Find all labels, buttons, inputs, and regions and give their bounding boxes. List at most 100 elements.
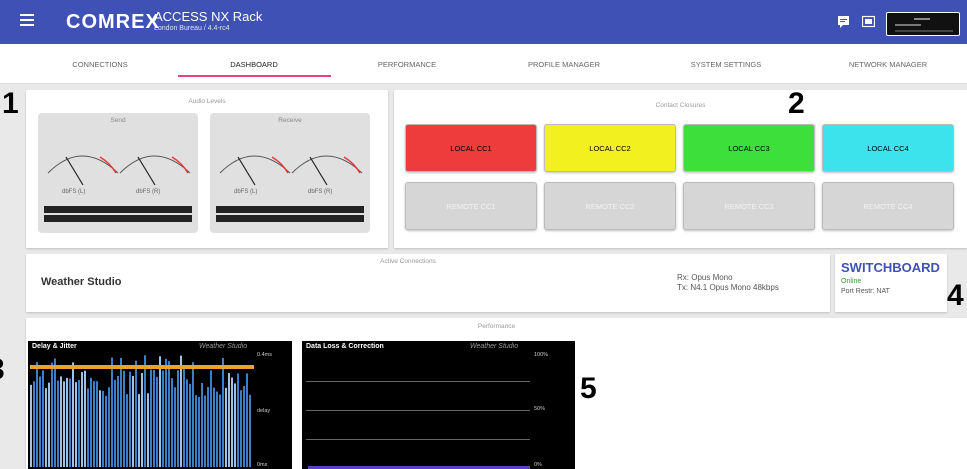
- delay-bar: [66, 377, 68, 467]
- delay-bar: [144, 355, 146, 467]
- tab-profile-manager[interactable]: PROFILE MANAGER: [528, 60, 600, 69]
- callout-4: 4: [947, 279, 964, 312]
- delay-bar: [105, 395, 107, 467]
- delay-axis-top: 0.4ms: [257, 352, 272, 358]
- remote-cc2-button[interactable]: REMOTE CC2: [544, 182, 676, 230]
- delay-bar: [177, 370, 179, 467]
- comrex-logo: COMREX: [66, 11, 160, 33]
- jitter-line: [30, 365, 254, 369]
- delay-bar: [249, 394, 251, 467]
- tab-bar: CONNECTIONS DASHBOARD PERFORMANCE PROFIL…: [0, 44, 967, 84]
- delay-bar: [141, 373, 143, 467]
- delay-bar: [93, 381, 95, 467]
- receive-right-label: dbFS (R): [308, 189, 333, 195]
- delay-bar: [69, 378, 71, 467]
- delay-bar: [222, 357, 224, 467]
- delay-bar: [198, 397, 200, 467]
- app-title: ACCESS NX Rack: [154, 9, 263, 24]
- chat-icon[interactable]: [837, 15, 850, 28]
- tab-performance[interactable]: PERFORMANCE: [378, 60, 436, 69]
- callout-1: 1: [2, 87, 19, 120]
- app-subtitle: London Bureau / 4.4-rc4: [154, 25, 230, 32]
- delay-bar: [213, 387, 215, 467]
- delay-bar: [180, 355, 182, 467]
- delay-bar: [153, 369, 155, 467]
- delay-bar: [174, 387, 176, 467]
- delay-bar: [33, 381, 35, 467]
- delay-bar: [78, 380, 80, 467]
- delay-axis-mid: delay: [257, 408, 271, 414]
- delay-bar: [243, 385, 245, 467]
- remote-cc3-button[interactable]: REMOTE CC3: [683, 182, 815, 230]
- delay-bar: [189, 383, 191, 467]
- delay-bar: [36, 362, 38, 467]
- delay-bar: [99, 390, 101, 467]
- send-meter-title: Send: [110, 117, 126, 124]
- delay-bar: [129, 371, 131, 467]
- tab-network-manager[interactable]: NETWORK MANAGER: [849, 60, 927, 69]
- delay-bar: [84, 370, 86, 467]
- delay-bar: [162, 370, 164, 467]
- delay-bar: [207, 387, 209, 467]
- delay-bar: [231, 377, 233, 467]
- card-icon[interactable]: [862, 15, 875, 28]
- delay-bar: [234, 383, 236, 467]
- connection-name[interactable]: Weather Studio: [41, 276, 121, 288]
- local-cc4-button[interactable]: LOCAL CC4: [822, 124, 954, 172]
- delay-bar: [87, 388, 89, 467]
- tab-connections[interactable]: CONNECTIONS: [72, 60, 127, 69]
- active-tab-indicator: [178, 75, 331, 77]
- delay-jitter-graph: Delay & Jitter Weather Studio 0.4ms dela…: [28, 341, 292, 469]
- delay-bar: [30, 384, 32, 467]
- callout-3: 3: [0, 353, 5, 387]
- delay-bar: [168, 361, 170, 467]
- delay-bar: [240, 390, 242, 467]
- delay-bar: [114, 379, 116, 467]
- delay-bar: [171, 378, 173, 467]
- delay-bar: [51, 362, 53, 467]
- delay-bar: [159, 356, 161, 467]
- delay-bar: [126, 394, 128, 467]
- loss-axis-bottom: 0%: [534, 462, 542, 468]
- remote-cc4-button[interactable]: REMOTE CC4: [822, 182, 954, 230]
- top-bar: COMREX ACCESS NX Rack London Bureau / 4.…: [0, 0, 967, 44]
- switchboard-status: Online: [841, 278, 862, 285]
- delay-jitter-plot: [30, 355, 254, 467]
- delay-jitter-connection: Weather Studio: [199, 343, 248, 350]
- delay-bar: [102, 390, 104, 467]
- connection-tx: Tx: N4.1 Opus Mono 48kbps: [677, 283, 779, 292]
- data-loss-graph: Data Loss & Correction Weather Studio 10…: [302, 341, 575, 469]
- delay-bar: [81, 372, 83, 467]
- delay-bar: [60, 376, 62, 467]
- send-right-label: dbFS (R): [136, 189, 161, 195]
- send-left-label: dbFS (L): [62, 189, 86, 195]
- delay-axis-bottom: 0ms: [257, 462, 268, 468]
- delay-bar: [42, 370, 44, 467]
- delay-bar: [120, 357, 122, 467]
- remote-cc1-button[interactable]: REMOTE CC1: [405, 182, 537, 230]
- delay-bar: [111, 357, 113, 467]
- local-cc3-button[interactable]: LOCAL CC3: [683, 124, 815, 172]
- tab-system-settings[interactable]: SYSTEM SETTINGS: [691, 60, 761, 69]
- delay-bar: [39, 376, 41, 467]
- delay-bar: [192, 362, 194, 467]
- local-cc2-button[interactable]: LOCAL CC2: [544, 124, 676, 172]
- delay-bar: [165, 358, 167, 467]
- delay-bar: [54, 358, 56, 467]
- data-loss-title: Data Loss & Correction: [306, 343, 384, 350]
- audio-levels-title: Audio Levels: [188, 98, 226, 105]
- delay-bar: [45, 388, 47, 467]
- data-loss-connection: Weather Studio: [470, 343, 519, 350]
- delay-bar: [204, 395, 206, 467]
- delay-bar: [183, 368, 185, 467]
- hamburger-menu-icon[interactable]: [20, 14, 34, 26]
- local-cc1-button[interactable]: LOCAL CC1: [405, 124, 537, 172]
- send-level-bar-left: [44, 206, 192, 213]
- delay-bar: [186, 379, 188, 467]
- delay-bar: [135, 360, 137, 467]
- delay-bar: [195, 395, 197, 467]
- loss-gridline-2: [306, 410, 530, 411]
- tab-dashboard[interactable]: DASHBOARD: [230, 60, 278, 69]
- receive-left-label: dbFS (L): [234, 189, 258, 195]
- delay-bar: [132, 375, 134, 467]
